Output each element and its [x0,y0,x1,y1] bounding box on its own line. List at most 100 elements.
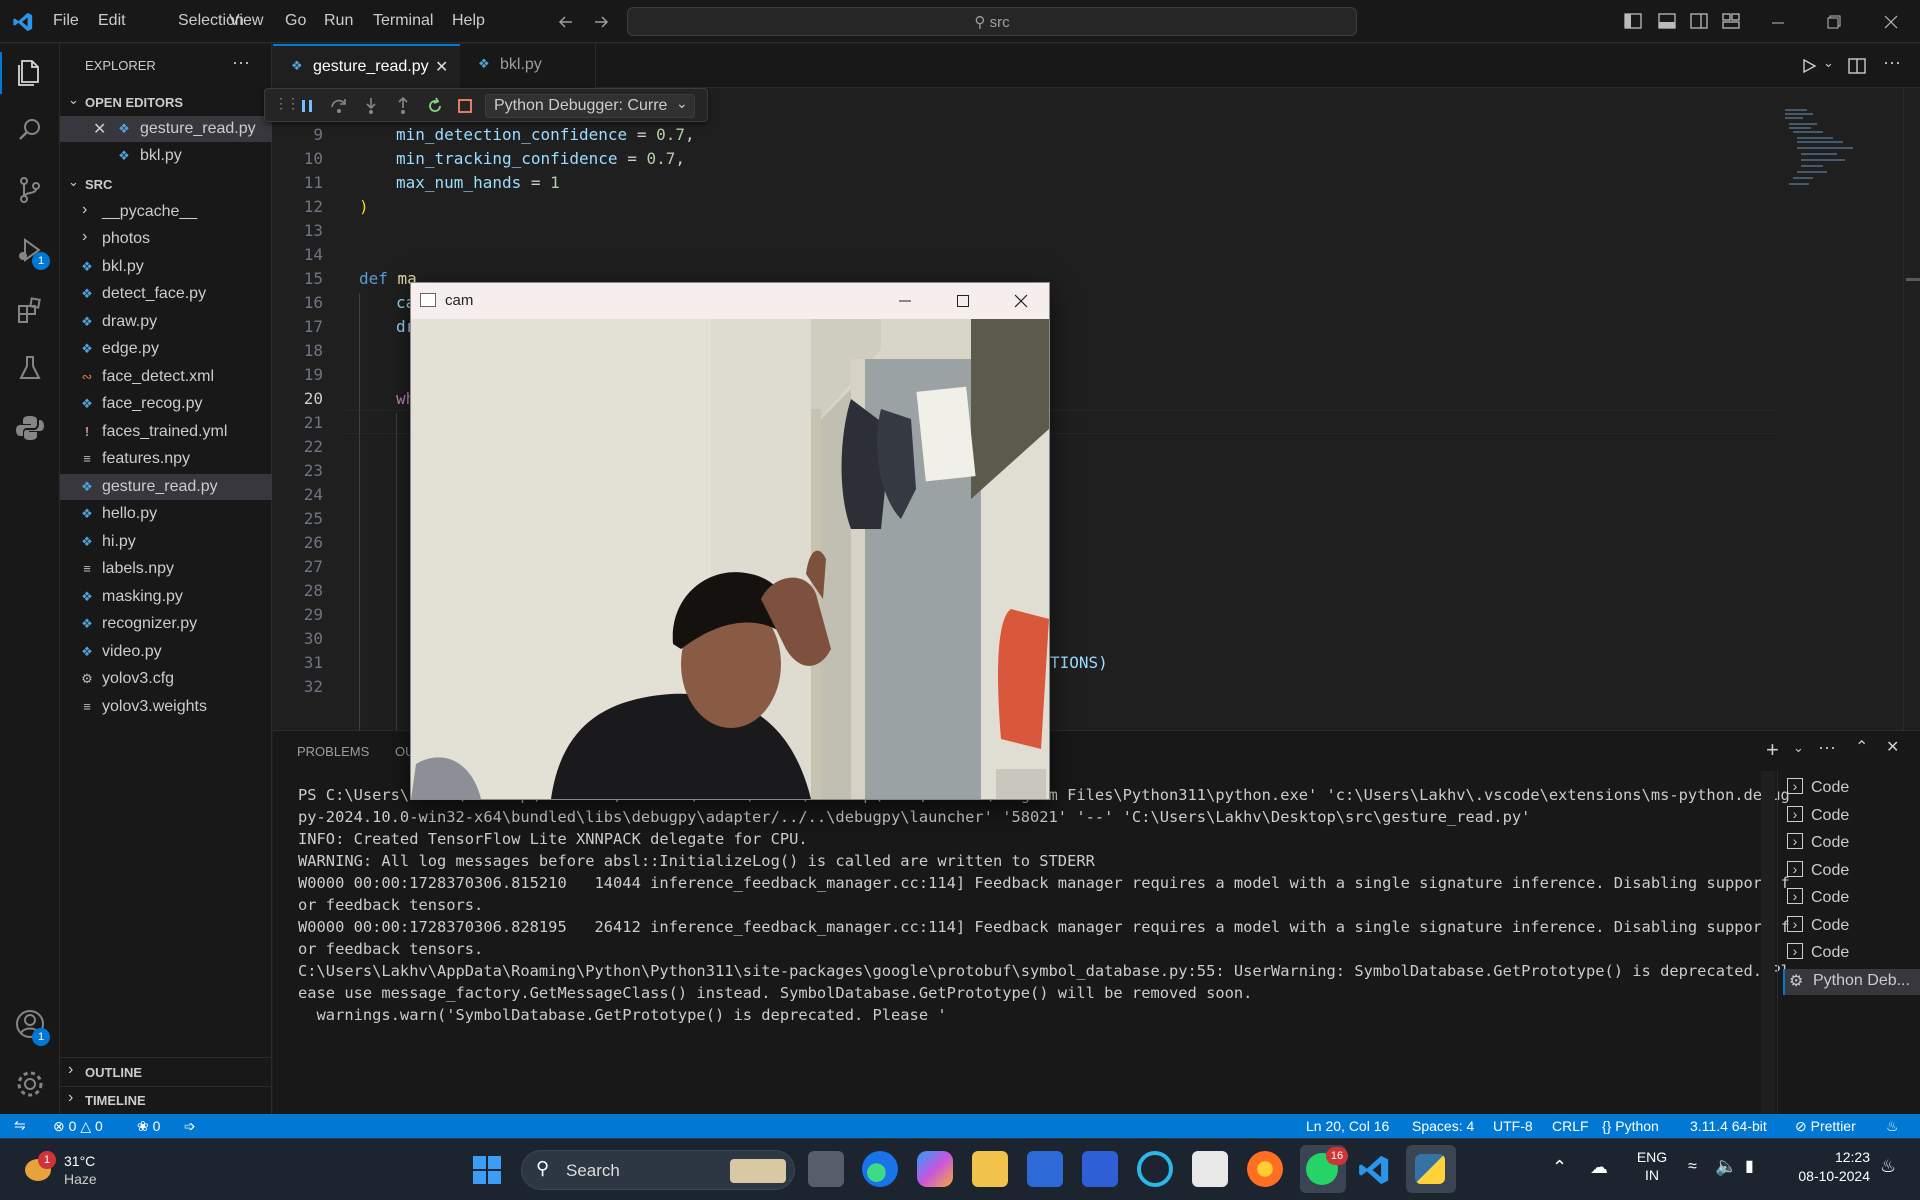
step-into-icon[interactable] [361,96,381,116]
microsoft-store-icon[interactable] [1027,1151,1063,1187]
minimize-icon[interactable] [1770,15,1786,31]
search-sidebar-icon[interactable] [12,112,48,148]
vscode-taskbar-icon[interactable] [1357,1153,1391,1187]
menu-edit[interactable]: Edit [98,12,126,30]
file-row[interactable]: ! faces_trained.yml [60,419,272,445]
tab-problems[interactable]: PROBLEMS [297,744,369,759]
close-window-icon[interactable] [1883,14,1899,30]
terminal-list-item[interactable]: › Code [1783,776,1920,802]
speaker-volume-icon[interactable]: 🔈 [1715,1156,1737,1177]
language-mode[interactable]: {} Python [1602,1118,1659,1134]
open-editor-item[interactable]: ❖ bkl.py [60,143,272,169]
firefox-icon[interactable] [1247,1151,1283,1187]
open-editor-item[interactable]: ✕ ❖ gesture_read.py [60,116,272,142]
editor-more-actions-icon[interactable]: ··· [1883,52,1901,73]
cam-minimize-icon[interactable] [897,293,913,309]
taskbar-search[interactable]: ⚲ Search [521,1150,795,1190]
open-editors-header[interactable]: ⌄ OPEN EDITORS [60,89,272,115]
cam-maximize-icon[interactable] [955,293,971,309]
file-row[interactable]: ❖ draw.py [60,309,272,335]
run-dropdown-chevron-icon[interactable]: ⌄ [1823,55,1834,71]
file-row[interactable]: ≡ yolov3.weights [60,694,272,720]
file-row[interactable]: ∾ face_detect.xml [60,364,272,390]
restart-icon[interactable] [425,96,445,116]
pause-icon[interactable] [297,96,317,116]
file-row[interactable]: ❖ masking.py [60,584,272,610]
menu-terminal[interactable]: Terminal [373,12,433,30]
clock[interactable]: 12:23 08-10-2024 [1785,1149,1870,1184]
debug-launch-icon[interactable]: ➩ [184,1118,196,1135]
menu-run[interactable]: Run [324,12,353,30]
close-tab-icon[interactable]: ✕ [435,57,448,77]
show-hidden-icons-chevron-up-icon[interactable]: ⌃ [1552,1157,1567,1178]
menu-file[interactable]: File [53,12,79,30]
run-python-file-icon[interactable] [1800,57,1818,75]
prettier-status[interactable]: ⊘ Prettier [1795,1118,1856,1135]
menu-view[interactable]: View [229,12,263,30]
file-row[interactable]: ≡ features.npy [60,446,272,472]
run-debug-icon[interactable]: 1 [12,232,50,270]
step-over-icon[interactable] [329,96,349,116]
source-control-icon[interactable] [12,172,48,208]
battery-icon[interactable]: ▮ [1745,1156,1754,1176]
file-row[interactable]: ❖ video.py [60,639,272,665]
file-row-selected[interactable]: ❖ gesture_read.py [60,474,272,500]
close-panel-icon[interactable]: ✕ [1886,737,1899,757]
editor-scrollbar[interactable] [1903,88,1920,730]
split-editor-icon[interactable] [1847,56,1867,76]
whatsapp-taskbar-button[interactable]: 16 [1300,1145,1348,1193]
explorer-icon[interactable] [12,54,48,90]
command-center-search[interactable]: ⚲ src [627,7,1357,36]
timeline-header[interactable]: › TIMELINE [60,1087,272,1113]
python-interpreter[interactable]: 3.11.4 64-bit [1690,1118,1767,1134]
toggle-panel-icon[interactable] [1657,11,1677,31]
file-row[interactable]: › __pycache__ [60,199,272,225]
terminal-list-item-active[interactable]: ⚙ Python Deb... [1783,969,1920,995]
file-row[interactable]: ❖ edge.py [60,336,272,362]
drag-handle-icon[interactable]: ⋮⋮ [274,95,300,112]
language-indicator[interactable]: ENG IN [1634,1149,1670,1183]
problems-indicator[interactable]: ⊗ 0 △ 0 [53,1118,103,1135]
tab-gesture-read[interactable]: ❖ gesture_read.py ✕ [273,44,460,88]
file-row[interactable]: ❖ recognizer.py [60,611,272,637]
settings-gear-icon[interactable] [12,1066,48,1102]
notifications-bell-icon[interactable]: ♨ [1886,1118,1899,1135]
task-view-icon[interactable] [808,1151,844,1187]
edge-browser-icon[interactable] [862,1151,898,1187]
cam-close-icon[interactable] [1013,293,1029,309]
account-icon[interactable]: 1 [12,1006,50,1046]
menu-go[interactable]: Go [285,12,306,30]
customize-layout-icon[interactable] [1721,11,1741,31]
new-terminal-icon[interactable]: + [1766,737,1779,763]
ports-indicator[interactable]: ❀ 0 [137,1118,160,1135]
encoding[interactable]: UTF-8 [1493,1118,1533,1134]
terminal-list-item[interactable]: › Code [1783,941,1920,967]
file-row[interactable]: ❖ bkl.py [60,254,272,280]
indentation[interactable]: Spaces: 4 [1412,1118,1474,1134]
windows-start-icon[interactable] [472,1155,502,1185]
python-taskbar-button[interactable] [1406,1145,1456,1193]
testing-flask-icon[interactable] [12,350,48,386]
debug-config-select[interactable]: Python Debugger: Curre ⌄ [485,94,695,118]
tab-bkl[interactable]: ❖ bkl.py [460,44,596,88]
cam-title-bar[interactable]: cam [411,283,1049,319]
file-row[interactable]: ❖ hi.py [60,529,272,555]
toggle-secondary-sidebar-icon[interactable] [1689,11,1709,31]
terminal-list-item[interactable]: › Code [1783,831,1920,857]
wifi-icon[interactable]: ≈ [1688,1158,1697,1176]
minimap[interactable] [1783,108,1863,198]
forward-arrow-icon[interactable] [592,13,610,31]
restore-icon[interactable] [1826,14,1842,30]
close-editor-icon[interactable]: ✕ [93,119,106,139]
cortana-circle-icon[interactable] [1137,1151,1173,1187]
terminal-list-item[interactable]: › Code [1783,859,1920,885]
cursor-position[interactable]: Ln 20, Col 16 [1306,1118,1389,1134]
onedrive-cloud-icon[interactable]: ☁ [1590,1157,1608,1178]
terminal-list-item[interactable]: › Code [1783,914,1920,940]
outline-header[interactable]: › OUTLINE [60,1059,272,1085]
notification-bell-icon[interactable]: ♨ [1880,1156,1896,1177]
copilot-icon[interactable] [917,1151,953,1187]
terminal-list-item[interactable]: › Code [1783,804,1920,830]
file-row[interactable]: ❖ hello.py [60,501,272,527]
step-out-icon[interactable] [393,96,413,116]
